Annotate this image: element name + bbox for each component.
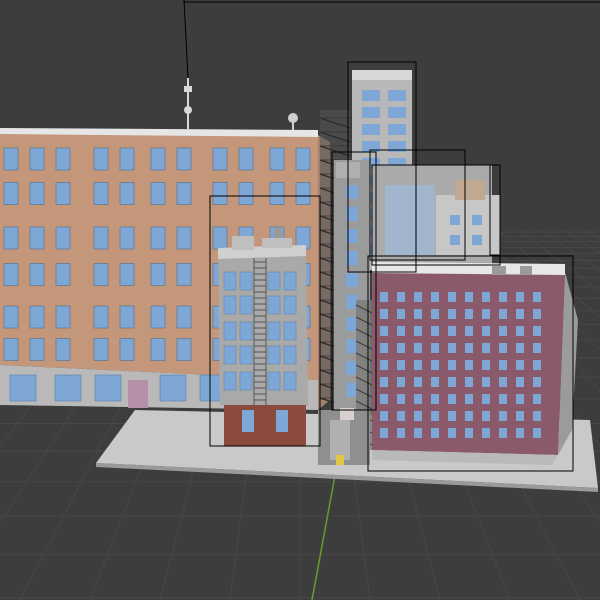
- antenna-mast[interactable]: [183, 0, 192, 130]
- gray-front-building[interactable]: [218, 228, 308, 446]
- alley-props: [318, 408, 370, 465]
- right-back-building[interactable]: [372, 165, 500, 265]
- satellite-dish: [288, 113, 298, 130]
- maroon-right-building[interactable]: [372, 262, 578, 465]
- scene-canvas[interactable]: [0, 0, 600, 600]
- y-axis-line: [311, 469, 337, 600]
- left-building-door: [128, 380, 148, 408]
- 3d-viewport[interactable]: [0, 0, 600, 600]
